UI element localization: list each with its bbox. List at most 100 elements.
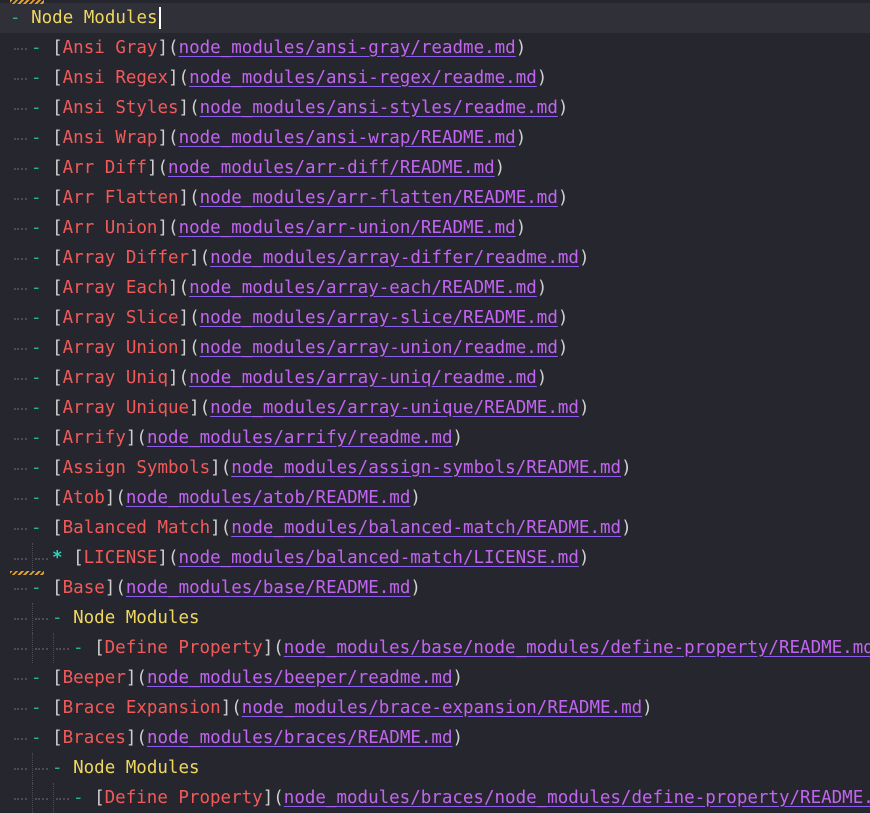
list-item[interactable]: - [Array Each](node_modules/array-each/R… — [0, 273, 870, 303]
list-item[interactable]: - [Array Union](node_modules/array-union… — [0, 333, 870, 363]
link-url[interactable]: node_modules/ansi-styles/readme.md — [200, 98, 558, 118]
indent-guide — [10, 123, 31, 153]
link-url[interactable]: node_modules/braces/node_modules/define-… — [284, 788, 870, 808]
link-url[interactable]: node_modules/array-each/README.md — [189, 278, 537, 298]
list-item[interactable]: - [Array Unique](node_modules/array-uniq… — [0, 393, 870, 423]
list-item[interactable]: - [Arr Diff](node_modules/arr-diff/READM… — [0, 153, 870, 183]
list-item[interactable]: - [Ansi Gray](node_modules/ansi-gray/rea… — [0, 33, 870, 63]
list-bullet: - — [31, 518, 42, 538]
link-close-bracket: ] — [178, 338, 190, 358]
link-url[interactable]: node_modules/ansi-wrap/README.md — [179, 128, 516, 148]
heading-line[interactable]: - Node Modules — [0, 3, 870, 33]
link-url[interactable]: node_modules/balanced-match/LICENSE.md — [179, 548, 579, 568]
link-url[interactable]: node_modules/atob/README.md — [126, 488, 410, 508]
list-item[interactable]: - [Ansi Styles](node_modules/ansi-styles… — [0, 93, 870, 123]
list-item[interactable]: - [Balanced Match](node_modules/balanced… — [0, 513, 870, 543]
link-close-bracket: ] — [262, 638, 274, 658]
link-close-bracket: ] — [157, 128, 169, 148]
link-url[interactable]: node_modules/assign-symbols/README.md — [231, 458, 621, 478]
indent-guide — [52, 783, 73, 813]
list-item[interactable]: - [Arr Flatten](node_modules/arr-flatten… — [0, 183, 870, 213]
link-url[interactable]: node_modules/array-unique/README.md — [210, 398, 579, 418]
link-url[interactable]: node_modules/array-union/readme.md — [200, 338, 558, 358]
link-label: Arr Diff — [62, 158, 147, 178]
link-url[interactable]: node_modules/base/README.md — [126, 578, 410, 598]
link-open-bracket: [ — [52, 38, 63, 58]
list-item[interactable]: - [Array Uniq](node_modules/array-uniq/r… — [0, 363, 870, 393]
link-url[interactable]: node_modules/arr-union/README.md — [179, 218, 516, 238]
indent-guide — [10, 273, 31, 303]
link-open-paren: ( — [220, 458, 232, 478]
link-open-bracket: [ — [52, 278, 63, 298]
indent-guide — [10, 303, 31, 333]
list-item[interactable]: - [Beeper](node_modules/beeper/readme.md… — [0, 663, 870, 693]
link-open-bracket: [ — [52, 668, 63, 688]
list-item[interactable]: - [Array Slice](node_modules/array-slice… — [0, 303, 870, 333]
list-item[interactable]: - [Assign Symbols](node_modules/assign-s… — [0, 453, 870, 483]
list-bullet: - — [52, 608, 63, 628]
link-open-paren: ( — [178, 278, 190, 298]
link-close-bracket: ] — [104, 488, 116, 508]
link-close-paren: ) — [578, 248, 590, 268]
link-url[interactable]: node_modules/beeper/readme.md — [147, 668, 453, 688]
link-url[interactable]: node_modules/ansi-regex/readme.md — [189, 68, 537, 88]
link-close-bracket: ] — [220, 698, 232, 718]
link-label: Atob — [62, 488, 105, 508]
list-item[interactable]: * [LICENSE](node_modules/balanced-match/… — [0, 543, 870, 573]
link-url[interactable]: node_modules/ansi-gray/readme.md — [179, 38, 516, 58]
list-item[interactable]: - [Arrify](node_modules/arrify/readme.md… — [0, 423, 870, 453]
link-open-bracket: [ — [52, 578, 63, 598]
list-item[interactable]: - [Braces](node_modules/braces/README.md… — [0, 723, 870, 753]
indent-guide — [10, 573, 31, 603]
list-item[interactable]: - [Ansi Regex](node_modules/ansi-regex/r… — [0, 63, 870, 93]
link-open-bracket: [ — [52, 158, 63, 178]
link-label: Array Differ — [62, 248, 190, 268]
list-bullet: - — [31, 398, 42, 418]
list-item[interactable]: - [Define Property](node_modules/braces/… — [0, 783, 870, 813]
list-item[interactable]: - [Base](node_modules/base/README.md) — [0, 573, 870, 603]
link-url[interactable]: node_modules/array-uniq/readme.md — [189, 368, 537, 388]
link-open-bracket: [ — [52, 98, 63, 118]
link-url[interactable]: node_modules/balanced-match/README.md — [231, 518, 621, 538]
link-url[interactable]: node_modules/braces/README.md — [147, 728, 453, 748]
indent-guide — [10, 543, 31, 573]
list-item[interactable]: - [Ansi Wrap](node_modules/ansi-wrap/REA… — [0, 123, 870, 153]
link-url[interactable]: node_modules/arr-diff/README.md — [168, 158, 495, 178]
list-item[interactable]: - [Define Property](node_modules/base/no… — [0, 633, 870, 663]
link-label: Braces — [62, 728, 126, 748]
link-close-paren: ) — [621, 518, 632, 538]
link-close-paren: ) — [452, 728, 464, 748]
list-bullet: - — [31, 488, 42, 508]
link-url[interactable]: node_modules/base/node_modules/define-pr… — [284, 638, 870, 658]
link-open-paren: ( — [136, 728, 147, 748]
indent-guide — [31, 633, 52, 663]
link-close-paren: ) — [515, 218, 527, 238]
list-item[interactable]: - [Array Differ](node_modules/array-diff… — [0, 243, 870, 273]
link-url[interactable]: node_modules/brace-expansion/README.md — [242, 698, 642, 718]
link-url[interactable]: node_modules/arr-flatten/README.md — [200, 188, 558, 208]
list-item[interactable]: - [Atob](node_modules/atob/README.md) — [0, 483, 870, 513]
markdown-editor[interactable]: - Node Modules - [Ansi Gray](node_modules… — [0, 0, 870, 813]
link-close-bracket: ] — [168, 68, 179, 88]
heading-line[interactable]: - Node Modules — [0, 603, 870, 633]
link-open-bracket: [ — [94, 788, 105, 808]
link-open-paren: ( — [115, 488, 126, 508]
list-bullet: - — [31, 98, 42, 118]
link-open-bracket: [ — [52, 458, 63, 478]
link-open-paren: ( — [168, 218, 179, 238]
list-item[interactable]: - [Arr Union](node_modules/arr-union/REA… — [0, 213, 870, 243]
link-close-bracket: ] — [157, 218, 169, 238]
heading-line[interactable]: - Node Modules — [0, 753, 870, 783]
link-label: Array Union — [62, 338, 179, 358]
list-bullet: - — [31, 698, 42, 718]
link-url[interactable]: node_modules/array-slice/README.md — [200, 308, 558, 328]
link-url[interactable]: node_modules/array-differ/readme.md — [210, 248, 579, 268]
link-open-paren: ( — [189, 308, 200, 328]
link-label: Assign Symbols — [62, 458, 211, 478]
link-close-paren: ) — [536, 368, 548, 388]
indent-guide — [10, 753, 31, 783]
indent-guide — [10, 663, 31, 693]
link-url[interactable]: node_modules/arrify/readme.md — [147, 428, 453, 448]
list-item[interactable]: - [Brace Expansion](node_modules/brace-e… — [0, 693, 870, 723]
link-label: Ansi Gray — [62, 38, 158, 58]
